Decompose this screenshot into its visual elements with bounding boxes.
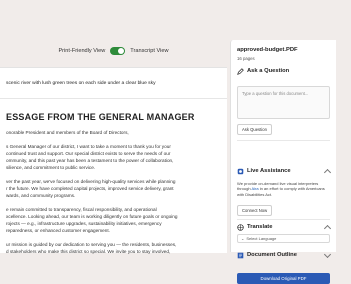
live-assistance-icon [237, 168, 244, 175]
transcript-view-label[interactable]: Transcript View [130, 48, 168, 54]
globe-icon [237, 223, 244, 231]
question-input[interactable]: Type a question for this document... [237, 86, 330, 119]
document-transcript: scenic river with lush green trees on ea… [0, 67, 227, 254]
image-caption: scenic river with lush green trees on ea… [0, 68, 227, 99]
live-assistance-title: Live Assistance [247, 168, 291, 174]
paragraph-commitment: e remain committed to transparency, fisc… [6, 207, 178, 233]
print-friendly-label[interactable]: Print-Friendly View [58, 48, 105, 54]
live-assistance-header[interactable]: Live Assistance [237, 166, 332, 177]
chevron-up-icon [323, 168, 332, 177]
download-original-pdf-button[interactable]: Download Original PDF [237, 273, 330, 284]
document-outline-title: Document Outline [247, 252, 297, 258]
ask-question-title: Ask a Question [247, 68, 290, 74]
translate-header[interactable]: Translate [237, 222, 332, 233]
ask-question-icon [237, 67, 244, 75]
outline-icon [237, 252, 244, 259]
paragraph-past-year: ver the past year, we've focused on deli… [6, 179, 176, 198]
connect-now-button[interactable]: Connect Now [237, 205, 273, 216]
divider [237, 140, 330, 141]
view-toggle-bar: Print-Friendly View Transcript View [0, 40, 227, 62]
chevron-down-icon [323, 250, 332, 259]
page-count: 16 pages [237, 56, 255, 61]
paragraph-mission: ur mission is guided by our dedication t… [6, 242, 177, 254]
paragraph-intro: s General Manager of our district, I wan… [6, 144, 174, 170]
paragraph-salutation: onorable President and members of the Bo… [6, 130, 129, 135]
ask-question-header[interactable]: Ask a Question [237, 66, 330, 76]
chevron-up-icon [323, 224, 332, 233]
accessibility-side-panel: approved-budget.PDF 16 pages Ask a Quest… [230, 40, 336, 284]
language-select-value: Select Language [246, 236, 277, 241]
ask-question-button[interactable]: Ask Question [237, 124, 272, 135]
aira-link[interactable]: Aira [251, 186, 258, 191]
divider [237, 219, 330, 220]
translate-title: Translate [247, 224, 273, 230]
chevron-down-icon: ⌄ [241, 236, 245, 241]
language-select[interactable]: ⌄ Select Language [237, 234, 330, 243]
view-toggle-switch[interactable] [110, 47, 126, 55]
document-title: ESSAGE FROM THE GENERAL MANAGER [6, 112, 195, 122]
file-name: approved-budget.PDF [237, 47, 298, 53]
live-assistance-description: We provide on-demand live visual interpr… [237, 181, 330, 197]
